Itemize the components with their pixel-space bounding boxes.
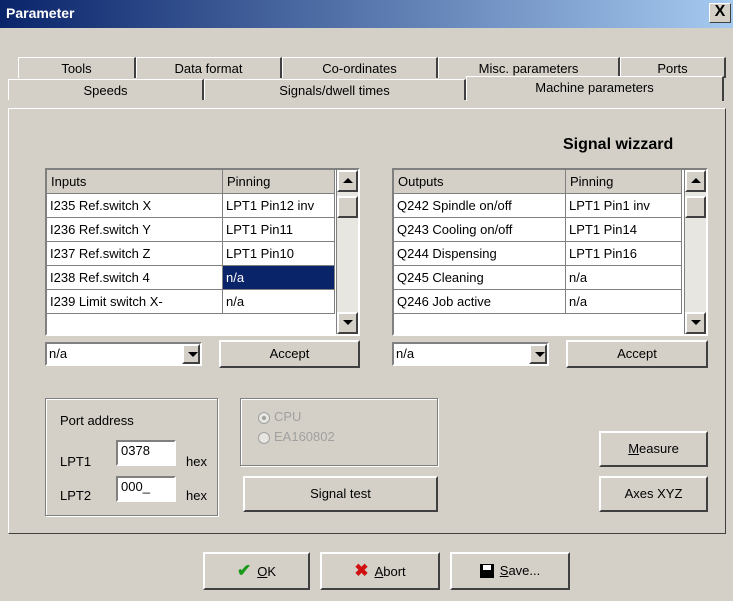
tab-tools[interactable]: Tools	[18, 57, 136, 78]
table-cell[interactable]: I239 Limit switch X-	[47, 290, 223, 314]
port-address-label: Port address	[60, 413, 134, 428]
table-cell[interactable]: I238 Ref.switch 4	[47, 266, 223, 290]
lpt1-address-input[interactable]: 0378	[116, 440, 176, 466]
tab-signals-dwell-times[interactable]: Signals/dwell times	[204, 79, 466, 100]
floppy-disk-icon	[479, 563, 494, 578]
signal-test-button[interactable]: Signal test	[243, 476, 438, 512]
inputs-header: Inputs	[47, 170, 223, 194]
table-cell[interactable]: n/a	[223, 290, 335, 314]
table-cell[interactable]: LPT1 Pin14	[566, 218, 682, 242]
table-cell[interactable]: Q244 Dispensing	[394, 242, 566, 266]
arrow-up-icon	[343, 178, 353, 183]
radio-dot-icon	[262, 416, 266, 420]
selected-cell[interactable]: n/a	[223, 266, 335, 290]
tab-ports[interactable]: Ports	[620, 57, 726, 78]
arrow-up-icon	[691, 178, 701, 183]
chevron-down-icon	[188, 352, 198, 357]
tab-machine-parameters[interactable]: Machine parameters	[466, 76, 724, 101]
table-cell[interactable]: Q243 Cooling on/off	[394, 218, 566, 242]
ea160802-radio[interactable]	[258, 432, 270, 444]
ok-label: K	[267, 564, 277, 579]
outputs-table[interactable]: Outputs Pinning Q242 Spindle on/off LPT1…	[392, 168, 708, 336]
table-cell[interactable]: I237 Ref.switch Z	[47, 242, 223, 266]
section-title: Signal wizzard	[563, 136, 674, 153]
x-icon: ✖	[354, 561, 369, 580]
ea160802-label: EA160802	[274, 429, 335, 444]
tab-misc-parameters[interactable]: Misc. parameters	[438, 57, 620, 78]
outputs-scrollbar[interactable]	[684, 170, 706, 334]
pinning-header: Pinning	[566, 170, 682, 194]
lpt2-hex-label: hex	[186, 488, 207, 503]
cpu-radio[interactable]	[258, 412, 270, 424]
lpt2-address-input[interactable]: 000_	[116, 476, 176, 502]
abort-button[interactable]: ✖ Abort	[320, 552, 440, 590]
lpt1-label: LPT1	[60, 454, 92, 469]
table-cell[interactable]: I235 Ref.switch X	[47, 194, 223, 218]
table-cell[interactable]: Q245 Cleaning	[394, 266, 566, 290]
title-bar: Parameter X	[0, 0, 733, 28]
dropdown-button[interactable]	[529, 344, 547, 364]
table-cell[interactable]: LPT1 Pin11	[223, 218, 335, 242]
tab-speeds[interactable]: Speeds	[8, 79, 204, 100]
chevron-down-icon	[535, 352, 545, 357]
measure-button[interactable]: Measure	[599, 431, 708, 467]
outputs-pin-select[interactable]: n/a	[392, 342, 549, 366]
abort-label: bort	[383, 564, 406, 579]
measure-accel: M	[628, 441, 640, 456]
abort-accel: A	[374, 564, 384, 579]
table-cell[interactable]: I236 Ref.switch Y	[47, 218, 223, 242]
inputs-accept-button[interactable]: Accept	[219, 340, 360, 368]
cpu-label: CPU	[274, 409, 302, 424]
dropdown-button[interactable]	[182, 344, 200, 364]
pinning-header: Pinning	[223, 170, 335, 194]
outputs-accept-button[interactable]: Accept	[566, 340, 708, 368]
axes-xyz-button[interactable]: Axes XYZ	[599, 476, 708, 512]
table-cell[interactable]: LPT1 Pin12 inv	[223, 194, 335, 218]
table-cell[interactable]: n/a	[566, 290, 682, 314]
lpt2-label: LPT2	[60, 488, 92, 503]
scroll-down-button[interactable]	[685, 312, 706, 334]
inputs-pin-select[interactable]: n/a	[45, 342, 202, 366]
outputs-header: Outputs	[394, 170, 566, 194]
scroll-up-button[interactable]	[685, 170, 706, 192]
table-cell[interactable]: LPT1 Pin1 inv	[566, 194, 682, 218]
ok-button[interactable]: ✔ OK	[203, 552, 310, 590]
table-cell[interactable]: LPT1 Pin10	[223, 242, 335, 266]
tab-data-format[interactable]: Data format	[136, 57, 282, 78]
measure-label: easure	[639, 441, 679, 456]
tab-co-ordinates[interactable]: Co-ordinates	[282, 57, 438, 78]
table-cell[interactable]: Q242 Spindle on/off	[394, 194, 566, 218]
arrow-down-icon	[343, 320, 353, 325]
parameter-dialog: Parameter X Tools Data format Co-ordinat…	[0, 0, 733, 601]
scroll-up-button[interactable]	[337, 170, 358, 192]
scroll-down-button[interactable]	[337, 312, 358, 334]
arrow-down-icon	[691, 320, 701, 325]
table-cell[interactable]: Q246 Job active	[394, 290, 566, 314]
table-cell[interactable]: n/a	[566, 266, 682, 290]
save-button[interactable]: Save...	[450, 552, 570, 590]
interface-group	[240, 398, 438, 466]
inputs-table[interactable]: Inputs Pinning I235 Ref.switch X LPT1 Pi…	[45, 168, 360, 336]
lpt1-hex-label: hex	[186, 454, 207, 469]
scroll-thumb[interactable]	[337, 196, 358, 218]
close-button[interactable]: X	[709, 3, 731, 23]
inputs-pin-value: n/a	[49, 346, 68, 361]
ok-accel: O	[257, 564, 268, 579]
checkmark-icon: ✔	[236, 561, 252, 580]
table-cell[interactable]: LPT1 Pin16	[566, 242, 682, 266]
window-title: Parameter	[6, 5, 75, 21]
save-label: ave...	[508, 563, 541, 578]
outputs-pin-value: n/a	[396, 346, 415, 361]
scroll-thumb[interactable]	[685, 196, 706, 218]
inputs-scrollbar[interactable]	[336, 170, 358, 334]
